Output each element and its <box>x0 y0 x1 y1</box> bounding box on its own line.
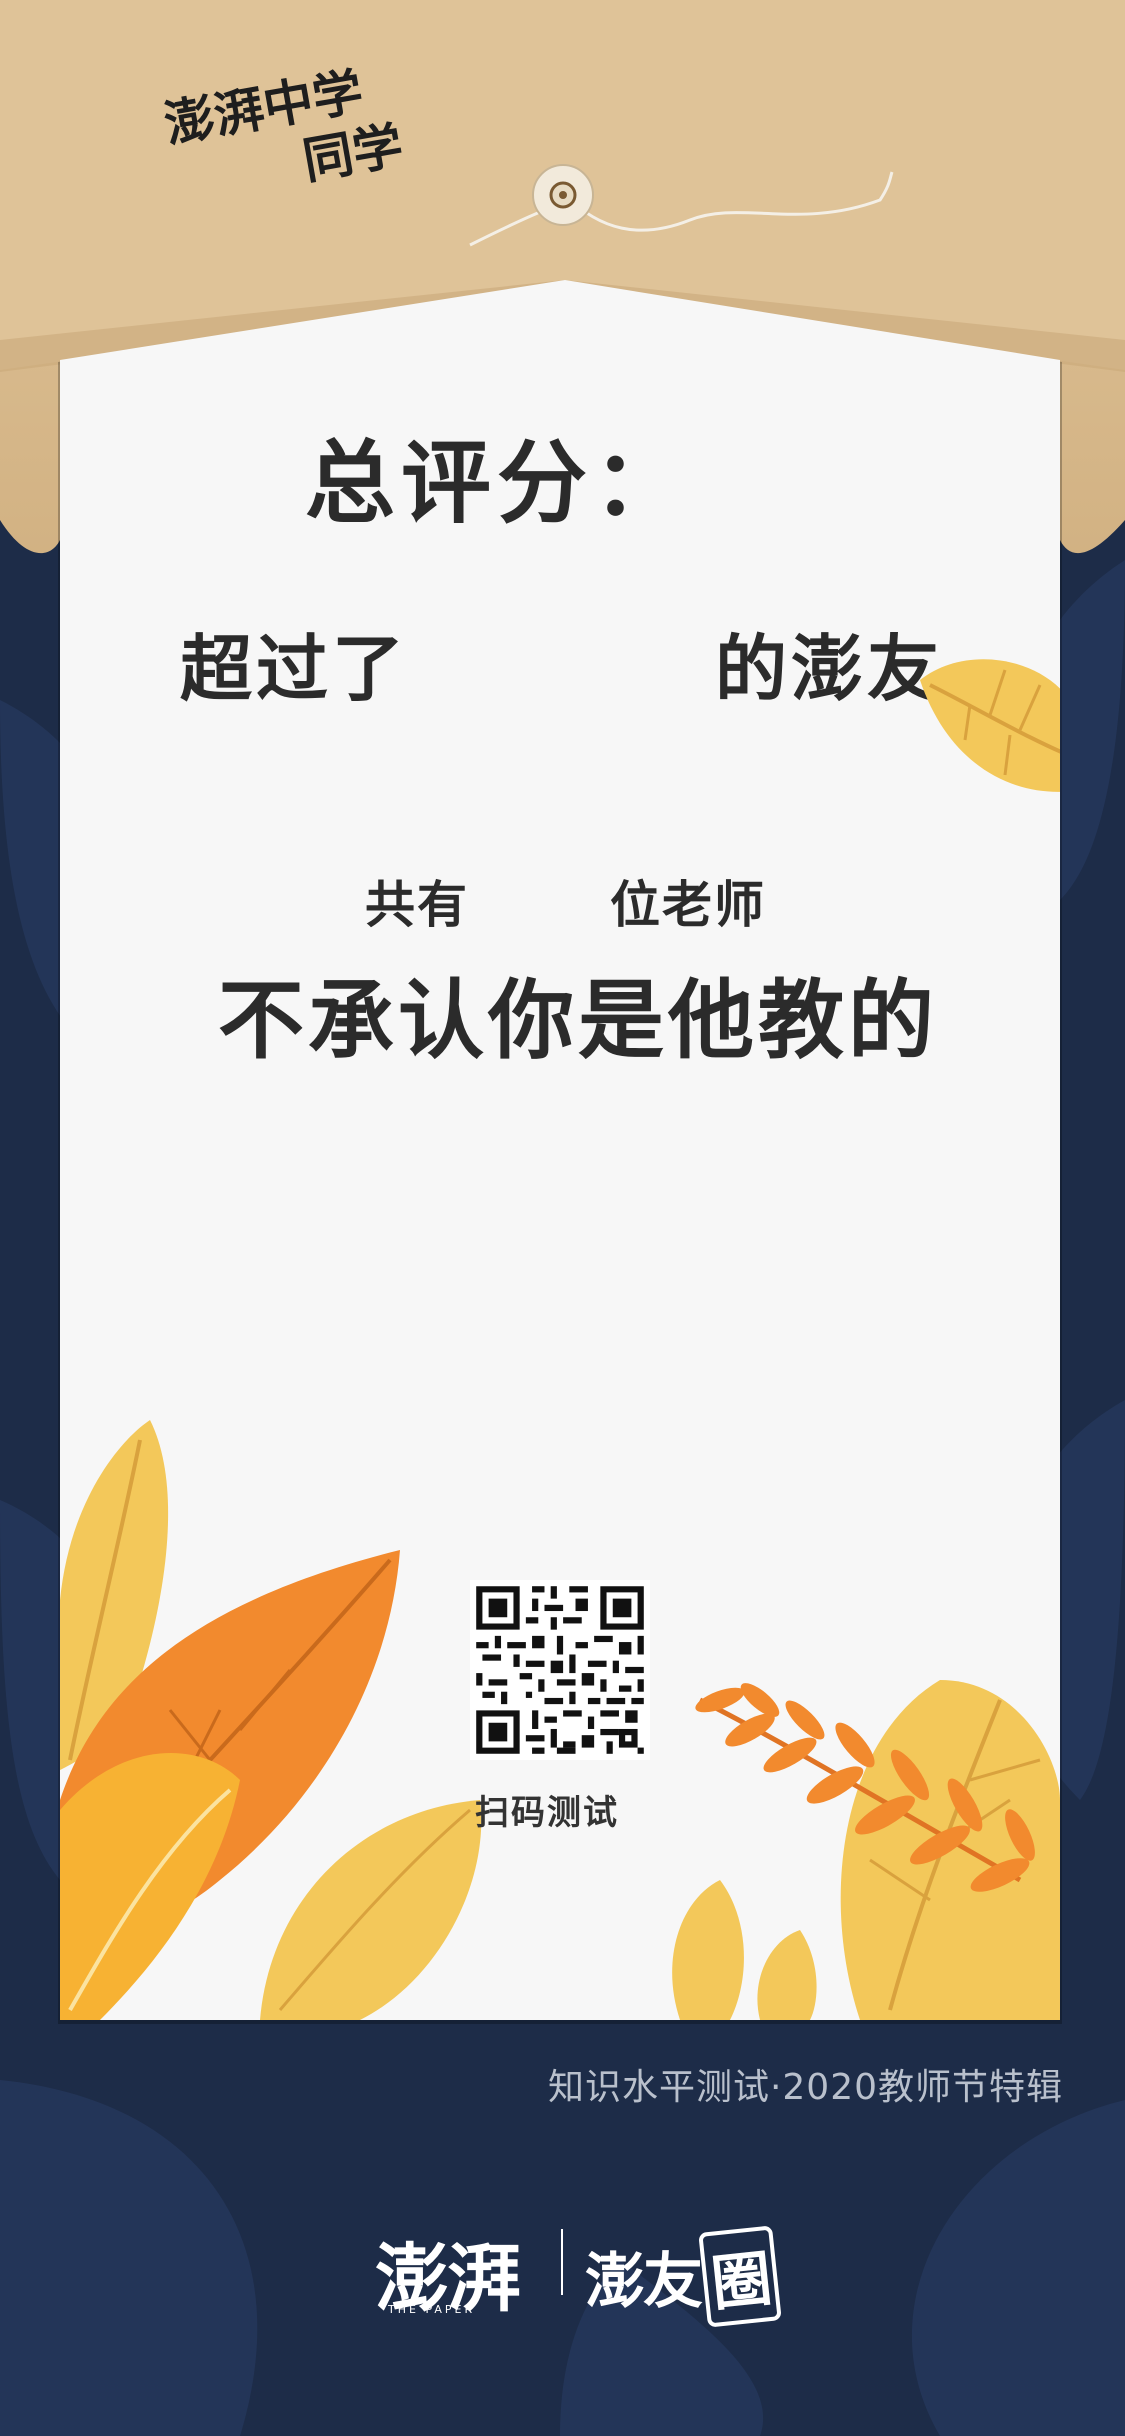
deny-text: 不承认你是他教的 <box>218 971 938 1071</box>
qr-code-image <box>470 1580 650 1760</box>
footer-caption: 知识水平测试·2020教师节特辑 <box>547 2067 1063 2108</box>
qr-code[interactable] <box>470 1580 650 1760</box>
teachers-prefix: 共有 <box>365 876 469 934</box>
pengyouquan-logo-box: 圈 <box>698 2225 782 2328</box>
qr-caption: 扫码测试 <box>475 1793 619 1833</box>
beyond-suffix: 的澎友 <box>715 627 944 711</box>
score-label: 总评分： <box>305 431 689 536</box>
logo-divider <box>561 2229 563 2295</box>
brand-logos: 澎湃 THE PAPER 澎友圈 <box>0 2215 1125 2328</box>
pengyouquan-logo: 澎友圈 <box>585 2225 782 2328</box>
result-paper: 总评分： 超过了 的澎友 共有 位老师 不承认你是他教的 扫码测试 <box>60 280 1060 2020</box>
leaf-decoration-top <box>920 659 1060 792</box>
pengyouquan-logo-text: 澎友 <box>585 2247 703 2317</box>
teachers-suffix: 位老师 <box>610 876 766 934</box>
thepaper-subtitle: THE PAPER <box>388 2303 476 2316</box>
beyond-prefix: 超过了 <box>180 627 409 711</box>
